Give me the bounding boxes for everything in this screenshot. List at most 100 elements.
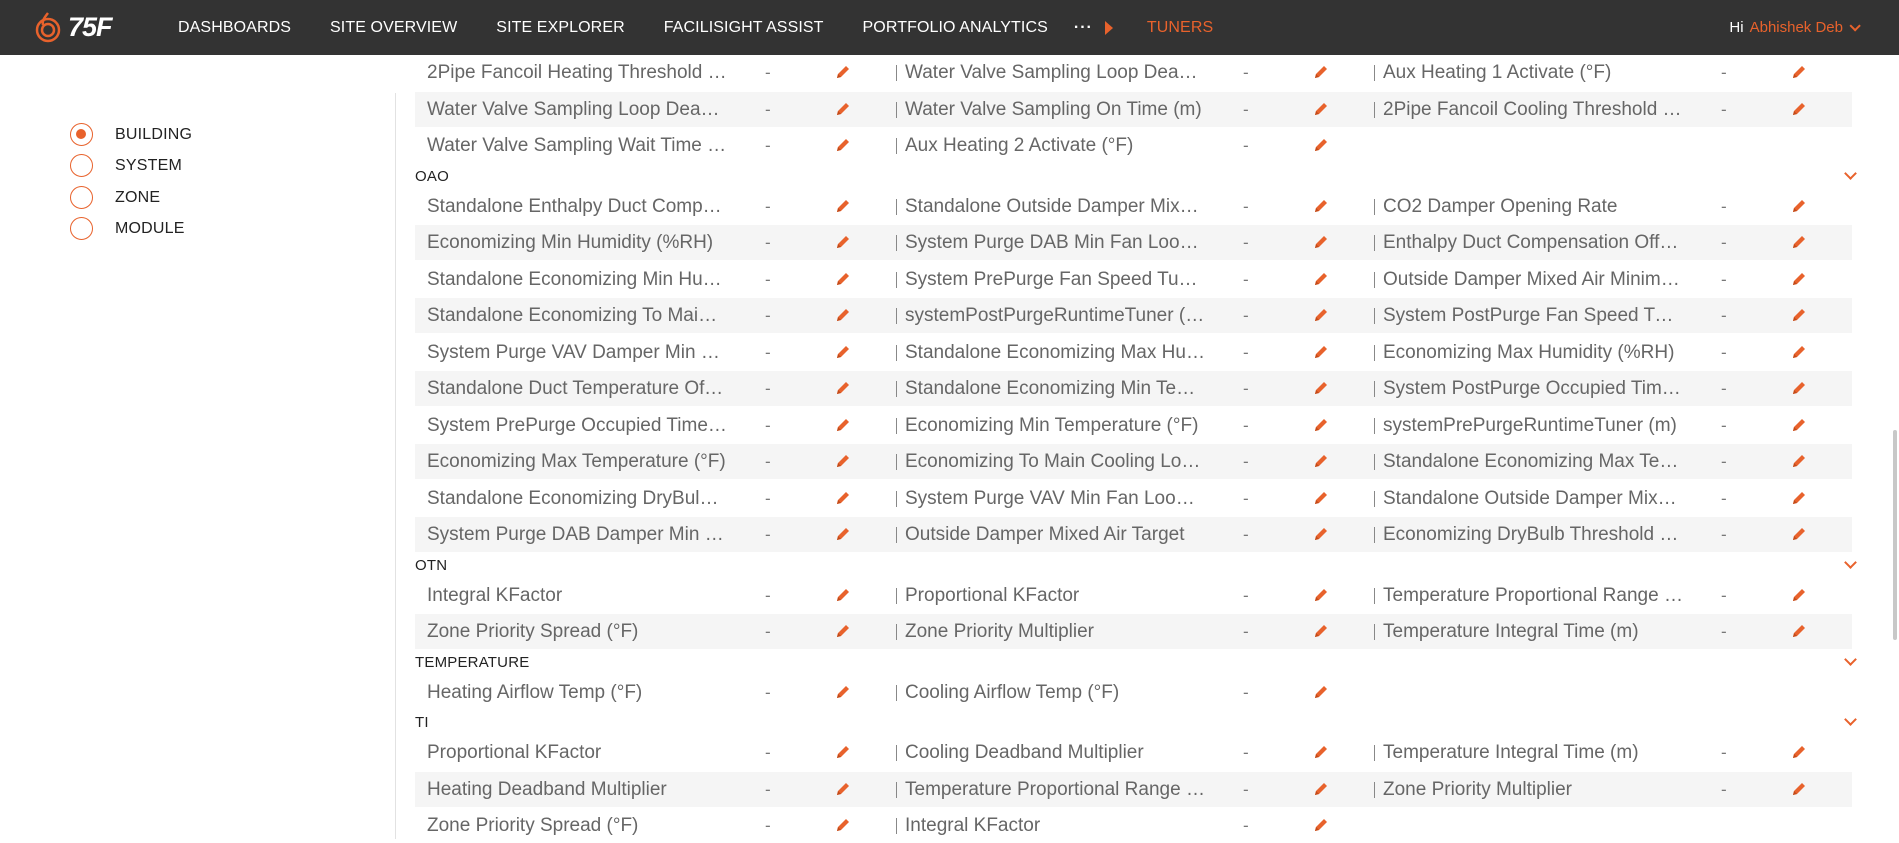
pencil-edit-icon[interactable]: [1313, 587, 1329, 603]
collapse-chevron-icon[interactable]: [1844, 166, 1857, 180]
pencil-edit-icon[interactable]: [1791, 453, 1807, 469]
pencil-edit-icon[interactable]: [835, 64, 851, 80]
pencil-edit-icon[interactable]: [835, 817, 851, 833]
tuner-name: Outside Damper Mixed Air Target: [905, 524, 1185, 545]
pencil-edit-icon[interactable]: [1313, 380, 1329, 396]
pencil-edit-icon[interactable]: [1313, 490, 1329, 506]
pencil-edit-icon[interactable]: [835, 744, 851, 760]
pencil-edit-icon[interactable]: [1313, 271, 1329, 287]
tuner-value: -: [1721, 379, 1727, 398]
radio-label: SYSTEM: [115, 156, 182, 174]
pencil-edit-icon[interactable]: [1313, 453, 1329, 469]
pencil-edit-icon[interactable]: [1313, 623, 1329, 639]
column-divider: [1374, 490, 1375, 507]
tuner-value: -: [765, 379, 771, 398]
vertical-scrollbar[interactable]: [1893, 430, 1897, 640]
pencil-edit-icon[interactable]: [835, 380, 851, 396]
nav-dashboards[interactable]: DASHBOARDS: [178, 19, 291, 37]
radio-building[interactable]: BUILDING: [70, 123, 192, 146]
collapse-chevron-icon[interactable]: [1844, 555, 1857, 569]
radio-module[interactable]: MODULE: [70, 217, 185, 240]
pencil-edit-icon[interactable]: [1313, 64, 1329, 80]
tuner-value: -: [1243, 306, 1249, 325]
pencil-edit-icon[interactable]: [1313, 101, 1329, 117]
pencil-edit-icon[interactable]: [1313, 526, 1329, 542]
nav-facilisight-assist[interactable]: FACILISIGHT ASSIST: [664, 19, 824, 37]
pencil-edit-icon[interactable]: [835, 490, 851, 506]
brand-logo[interactable]: 75F: [34, 10, 113, 44]
pencil-edit-icon[interactable]: [1313, 684, 1329, 700]
collapse-chevron-icon[interactable]: [1844, 713, 1857, 726]
pencil-edit-icon[interactable]: [1313, 781, 1329, 797]
pencil-edit-icon[interactable]: [1313, 137, 1329, 153]
pencil-edit-icon[interactable]: [835, 781, 851, 797]
column-divider: [896, 781, 897, 798]
tuner-value: -: [1721, 525, 1727, 544]
pencil-edit-icon[interactable]: [1791, 307, 1807, 323]
pencil-edit-icon[interactable]: [1791, 64, 1807, 80]
pencil-edit-icon[interactable]: [1791, 380, 1807, 396]
tuner-name: Economizing Max Humidity (%RH): [1383, 341, 1675, 363]
pencil-edit-icon[interactable]: [835, 234, 851, 250]
radio-button-icon[interactable]: [70, 186, 93, 209]
nav-portfolio-analytics[interactable]: PORTFOLIO ANALYTICS: [863, 19, 1048, 37]
top-nav-bar: 75F DASHBOARDS SITE OVERVIEW SITE EXPLOR…: [0, 0, 1899, 55]
nav-site-explorer[interactable]: SITE EXPLORER: [496, 19, 624, 37]
chevron-down-icon[interactable]: [1849, 19, 1861, 32]
tuner-value: -: [1243, 342, 1249, 362]
pencil-edit-icon[interactable]: [835, 198, 851, 214]
radio-button-icon[interactable]: [70, 217, 93, 240]
nav-tuners[interactable]: TUNERS: [1147, 19, 1213, 37]
radio-zone[interactable]: ZONE: [70, 186, 160, 209]
pencil-edit-icon[interactable]: [1313, 307, 1329, 323]
nav-more-icon[interactable]: ···: [1074, 19, 1093, 37]
tuner-name: Water Valve Sampling Wait Time (m): [427, 135, 727, 156]
radio-system[interactable]: SYSTEM: [70, 154, 182, 177]
user-menu[interactable]: Hi Abhishek Deb: [1729, 0, 1861, 55]
pencil-edit-icon[interactable]: [1791, 587, 1807, 603]
pencil-edit-icon[interactable]: [835, 101, 851, 117]
pencil-edit-icon[interactable]: [835, 623, 851, 639]
pencil-edit-icon[interactable]: [1791, 526, 1807, 542]
pencil-edit-icon[interactable]: [1791, 271, 1807, 287]
pencil-edit-icon[interactable]: [835, 307, 851, 323]
pencil-edit-icon[interactable]: [835, 417, 851, 433]
pencil-edit-icon[interactable]: [1313, 417, 1329, 433]
radio-button-icon[interactable]: [70, 154, 93, 177]
pencil-edit-icon[interactable]: [1791, 344, 1807, 360]
tuner-name: Integral KFactor: [427, 584, 563, 606]
pencil-edit-icon[interactable]: [1791, 623, 1807, 639]
nav-scroll-right-icon[interactable]: [1104, 20, 1113, 35]
tuner-name: Economizing To Main Cooling Loop Diff: [905, 451, 1205, 472]
pencil-edit-icon[interactable]: [835, 271, 851, 287]
pencil-edit-icon[interactable]: [835, 344, 851, 360]
pencil-edit-icon[interactable]: [835, 526, 851, 542]
pencil-edit-icon[interactable]: [835, 137, 851, 153]
collapse-chevron-icon[interactable]: [1844, 652, 1857, 666]
pencil-edit-icon[interactable]: [1791, 417, 1807, 433]
pencil-edit-icon[interactable]: [835, 684, 851, 700]
section-title: TI: [415, 714, 429, 731]
pencil-edit-icon[interactable]: [1313, 817, 1329, 833]
tuner-value: -: [1721, 99, 1727, 119]
tuner-name: systemPostPurgeRuntimeTuner (m): [905, 305, 1205, 326]
tuner-name: System PostPurge Occupied Time Offset: [1383, 378, 1683, 399]
nav-site-overview[interactable]: SITE OVERVIEW: [330, 19, 457, 37]
pencil-edit-icon[interactable]: [1313, 234, 1329, 250]
pencil-edit-icon[interactable]: [1791, 490, 1807, 506]
pencil-edit-icon[interactable]: [835, 587, 851, 603]
pencil-edit-icon[interactable]: [1791, 234, 1807, 250]
radio-button-icon[interactable]: [70, 123, 93, 146]
pencil-edit-icon[interactable]: [835, 453, 851, 469]
pencil-edit-icon[interactable]: [1313, 344, 1329, 360]
column-divider: [1374, 271, 1375, 288]
pencil-edit-icon[interactable]: [1791, 101, 1807, 117]
pencil-edit-icon[interactable]: [1791, 198, 1807, 214]
column-divider: [896, 527, 897, 543]
pencil-edit-icon[interactable]: [1313, 744, 1329, 760]
tuner-value: -: [1243, 816, 1249, 835]
pencil-edit-icon[interactable]: [1791, 744, 1807, 760]
pencil-edit-icon[interactable]: [1313, 198, 1329, 214]
pencil-edit-icon[interactable]: [1791, 781, 1807, 797]
user-name[interactable]: Abhishek Deb: [1750, 19, 1843, 36]
